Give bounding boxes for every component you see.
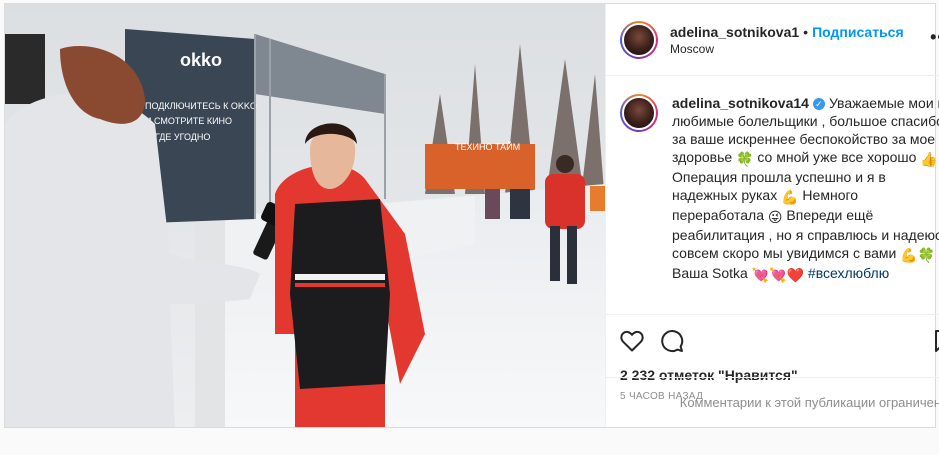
post-header: adelina_sotnikova1 • Подписаться Moscow … (606, 4, 939, 76)
caption-text-2: со мной уже все хорошо (753, 149, 921, 165)
thumbs-up-emoji-icon: 👍 (920, 151, 938, 167)
sign-line-2: И СМОТРИТЕ КИНО (145, 116, 232, 126)
comment-button[interactable] (660, 325, 700, 357)
bookmark-icon (935, 329, 939, 352)
more-options-button[interactable]: ••• (930, 28, 939, 48)
comment-icon (661, 329, 684, 352)
action-bar (606, 314, 939, 366)
winking-tongue-emoji-icon: 😜 (767, 209, 783, 225)
comments-limited-text: Комментарии к этой публикации ограничены… (679, 395, 939, 410)
photo-illustration: ТЕХИНО ТАЙМ okko ПОДКЛЮЧИТЕСЬ К OKKO И С… (5, 4, 605, 427)
clover-emoji-icon: 🍀 (736, 151, 754, 167)
author-username[interactable]: adelina_sotnikova1 (670, 23, 799, 41)
sign-line-1: ПОДКЛЮЧИТЕСЬ К OKKO (145, 101, 257, 111)
caption-avatar-photo (622, 96, 656, 130)
post-sidebar: adelina_sotnikova1 • Подписаться Moscow … (605, 4, 939, 427)
author-avatar[interactable] (620, 20, 658, 59)
separator-dot: • (803, 23, 809, 40)
post-location[interactable]: Moscow (670, 41, 930, 57)
hearts-emoji-icon: 💘💘❤️ (751, 267, 805, 283)
post-image[interactable]: ТЕХИНО ТАЙМ okko ПОДКЛЮЧИТЕСЬ К OKKO И С… (5, 4, 605, 427)
heart-icon (620, 330, 644, 351)
like-button[interactable] (620, 325, 660, 357)
save-button[interactable] (916, 325, 939, 357)
caption-hashtag[interactable]: #всехлюблю (804, 265, 889, 281)
biceps-clover-emoji-icon: 💪🍀 (900, 247, 936, 263)
comments-area[interactable]: adelina_sotnikova14 ✓ Уважаемые мои и люби… (606, 76, 939, 314)
header-info: adelina_sotnikova1 • Подписаться Moscow (670, 23, 930, 57)
post-caption: adelina_sotnikova14 ✓ Уважаемые мои и люби… (672, 94, 939, 314)
caption-avatar[interactable] (620, 94, 658, 132)
caption-text-6: Ваша Sotka (672, 265, 752, 281)
follow-button[interactable]: Подписаться (812, 23, 904, 41)
post-card: ТЕХИНО ТАЙМ okko ПОДКЛЮЧИТЕСЬ К OKKO И С… (4, 3, 939, 428)
verified-badge-icon: ✓ (812, 98, 825, 111)
avatar-photo (622, 22, 656, 57)
comments-limited-notice: Комментарии к этой публикации ограничены… (606, 377, 939, 427)
booth-sign: ТЕХИНО ТАЙМ (455, 141, 520, 152)
flexed-biceps-emoji-icon: 💪 (781, 189, 799, 205)
caption-username[interactable]: adelina_sotnikova14 (672, 95, 809, 111)
header-top-row: adelina_sotnikova1 • Подписаться (670, 23, 930, 41)
sign-line-3: ГДЕ УГОДНО (155, 132, 210, 142)
sign-brand: okko (180, 50, 222, 70)
